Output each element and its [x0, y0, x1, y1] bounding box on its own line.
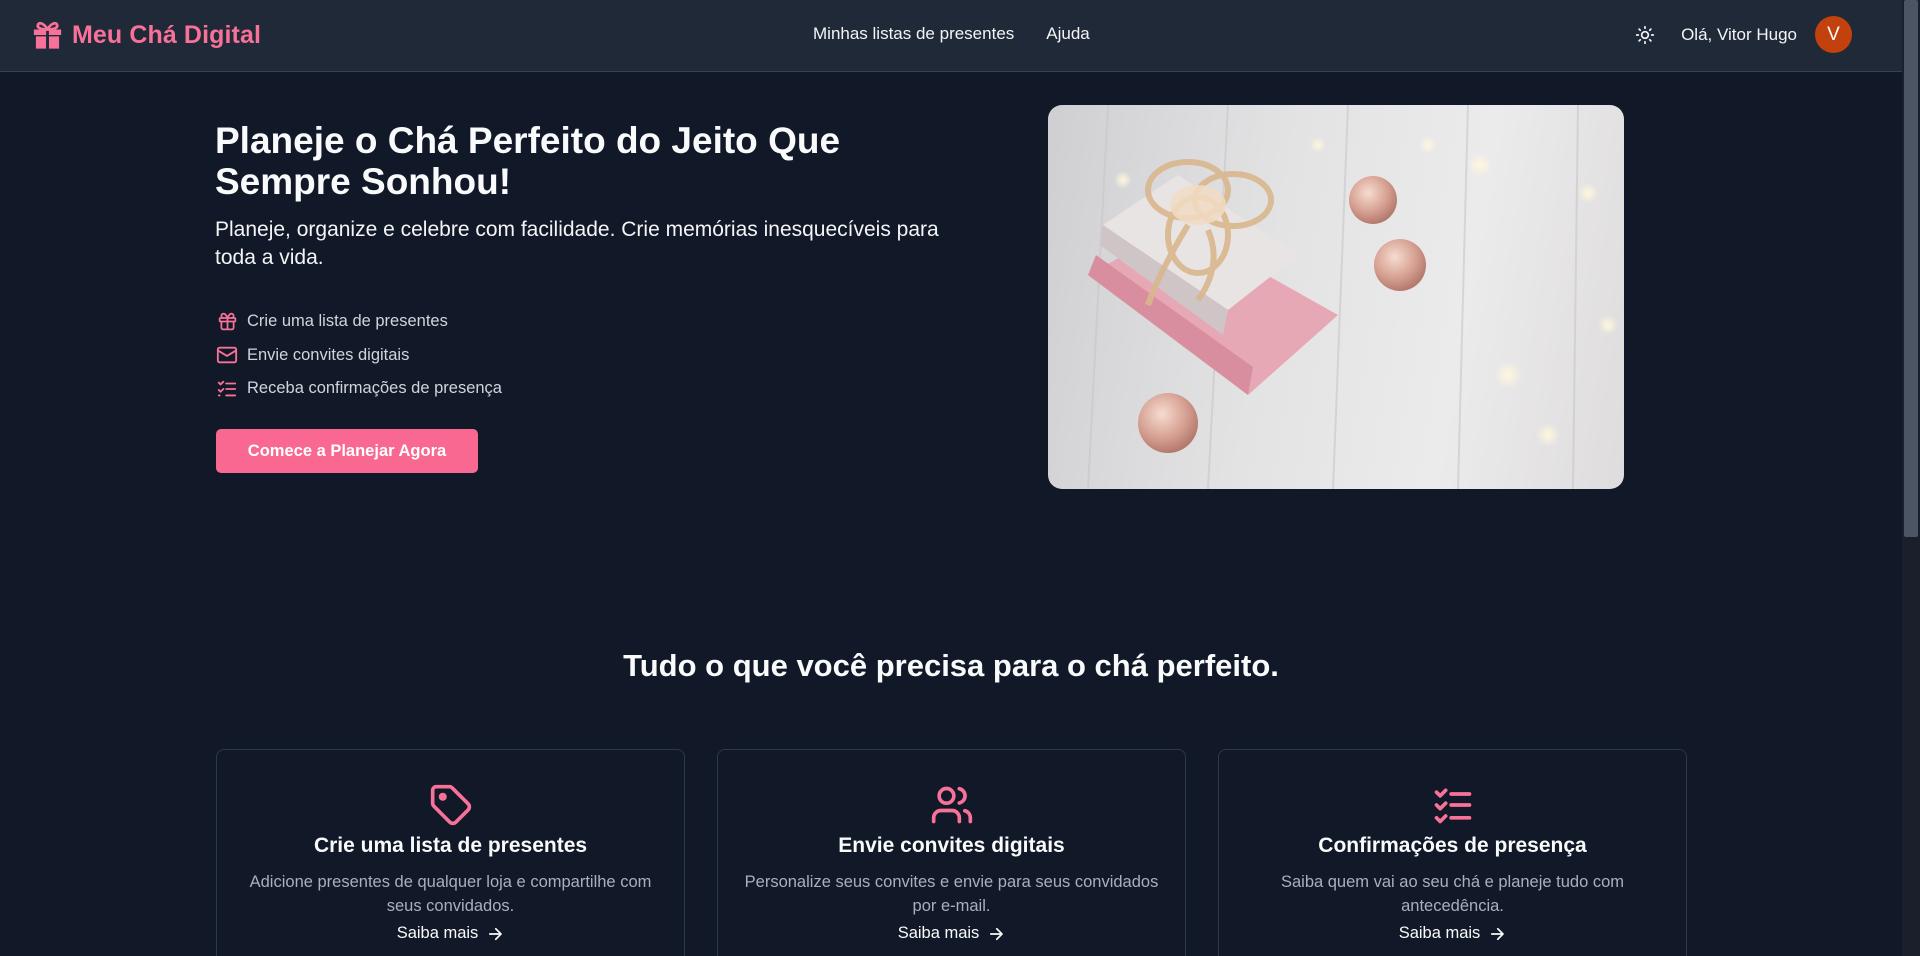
logo[interactable]: Meu Chá Digital	[31, 20, 261, 50]
hero-gift-photo	[1048, 105, 1624, 489]
list-item: Receba confirmações de presença	[215, 372, 502, 406]
page-scrollbar[interactable]	[1902, 0, 1920, 956]
card-title: Crie uma lista de presentes	[313, 834, 588, 857]
list-check-icon	[1431, 783, 1475, 827]
hero-feature-list: Crie uma lista de presentes Envie convit…	[215, 305, 502, 406]
feature-label: Envie convites digitais	[247, 345, 410, 364]
hero-subtitle: Planeje, organize e celebre com facilida…	[215, 218, 939, 269]
feature-card-invites: Envie convites digitais Personalize seus…	[717, 749, 1186, 956]
learn-more-label: Saiba mais	[897, 924, 980, 942]
user-area: Olá, Vitor Hugo V	[1631, 16, 1852, 53]
main-nav: Minhas listas de presentes Ajuda	[813, 24, 1090, 44]
users-icon	[930, 783, 974, 827]
logo-text: Meu Chá Digital	[72, 20, 262, 49]
list-check-icon	[215, 377, 239, 401]
theme-toggle-button[interactable]	[1631, 21, 1659, 49]
list-item: Crie uma lista de presentes	[215, 305, 502, 339]
gift-icon	[31, 20, 64, 50]
gift-icon	[215, 310, 239, 334]
learn-more-link[interactable]: Saiba mais	[898, 924, 1006, 943]
card-description: Adicione presentes de qualquer loja e co…	[249, 873, 652, 915]
arrow-right-icon	[489, 927, 503, 940]
learn-more-label: Saiba mais	[396, 924, 479, 942]
nav-link-gift-lists[interactable]: Minhas listas de presentes	[813, 24, 1014, 44]
card-description: Personalize seus convites e envie para s…	[744, 873, 1159, 915]
feature-card-gift-list: Crie uma lista de presentes Adicione pre…	[216, 749, 685, 956]
start-planning-button[interactable]: Comece a Planejar Agora	[216, 429, 478, 473]
tag-icon	[429, 783, 473, 827]
sun-icon	[1635, 25, 1655, 44]
list-item: Envie convites digitais	[215, 339, 502, 373]
arrow-right-icon	[990, 927, 1004, 940]
nav-link-help[interactable]: Ajuda	[1046, 24, 1089, 44]
card-description: Saiba quem vai ao seu chá e planeje tudo…	[1280, 873, 1625, 915]
card-title: Confirmações de presença	[1318, 834, 1587, 857]
feature-label: Crie uma lista de presentes	[247, 312, 448, 331]
scrollbar-thumb[interactable]	[1904, 0, 1918, 537]
hero-title: Planeje o Chá Perfeito do Jeito Que Semp…	[215, 120, 841, 202]
mail-icon	[215, 343, 239, 367]
learn-more-link[interactable]: Saiba mais	[1399, 924, 1507, 943]
arrow-right-icon	[1491, 927, 1505, 940]
learn-more-link[interactable]: Saiba mais	[397, 924, 505, 943]
learn-more-label: Saiba mais	[1398, 924, 1481, 942]
feature-card-rsvp: Confirmações de presença Saiba quem vai …	[1218, 749, 1687, 956]
feature-label: Receba confirmações de presença	[247, 379, 502, 398]
card-title: Envie convites digitais	[838, 834, 1065, 857]
user-greeting: Olá, Vitor Hugo	[1681, 24, 1797, 44]
features-section-title: Tudo o que você precisa para o chá perfe…	[623, 648, 1279, 683]
top-navbar: Meu Chá Digital Minhas listas de present…	[0, 0, 1902, 72]
avatar[interactable]: V	[1815, 16, 1852, 53]
